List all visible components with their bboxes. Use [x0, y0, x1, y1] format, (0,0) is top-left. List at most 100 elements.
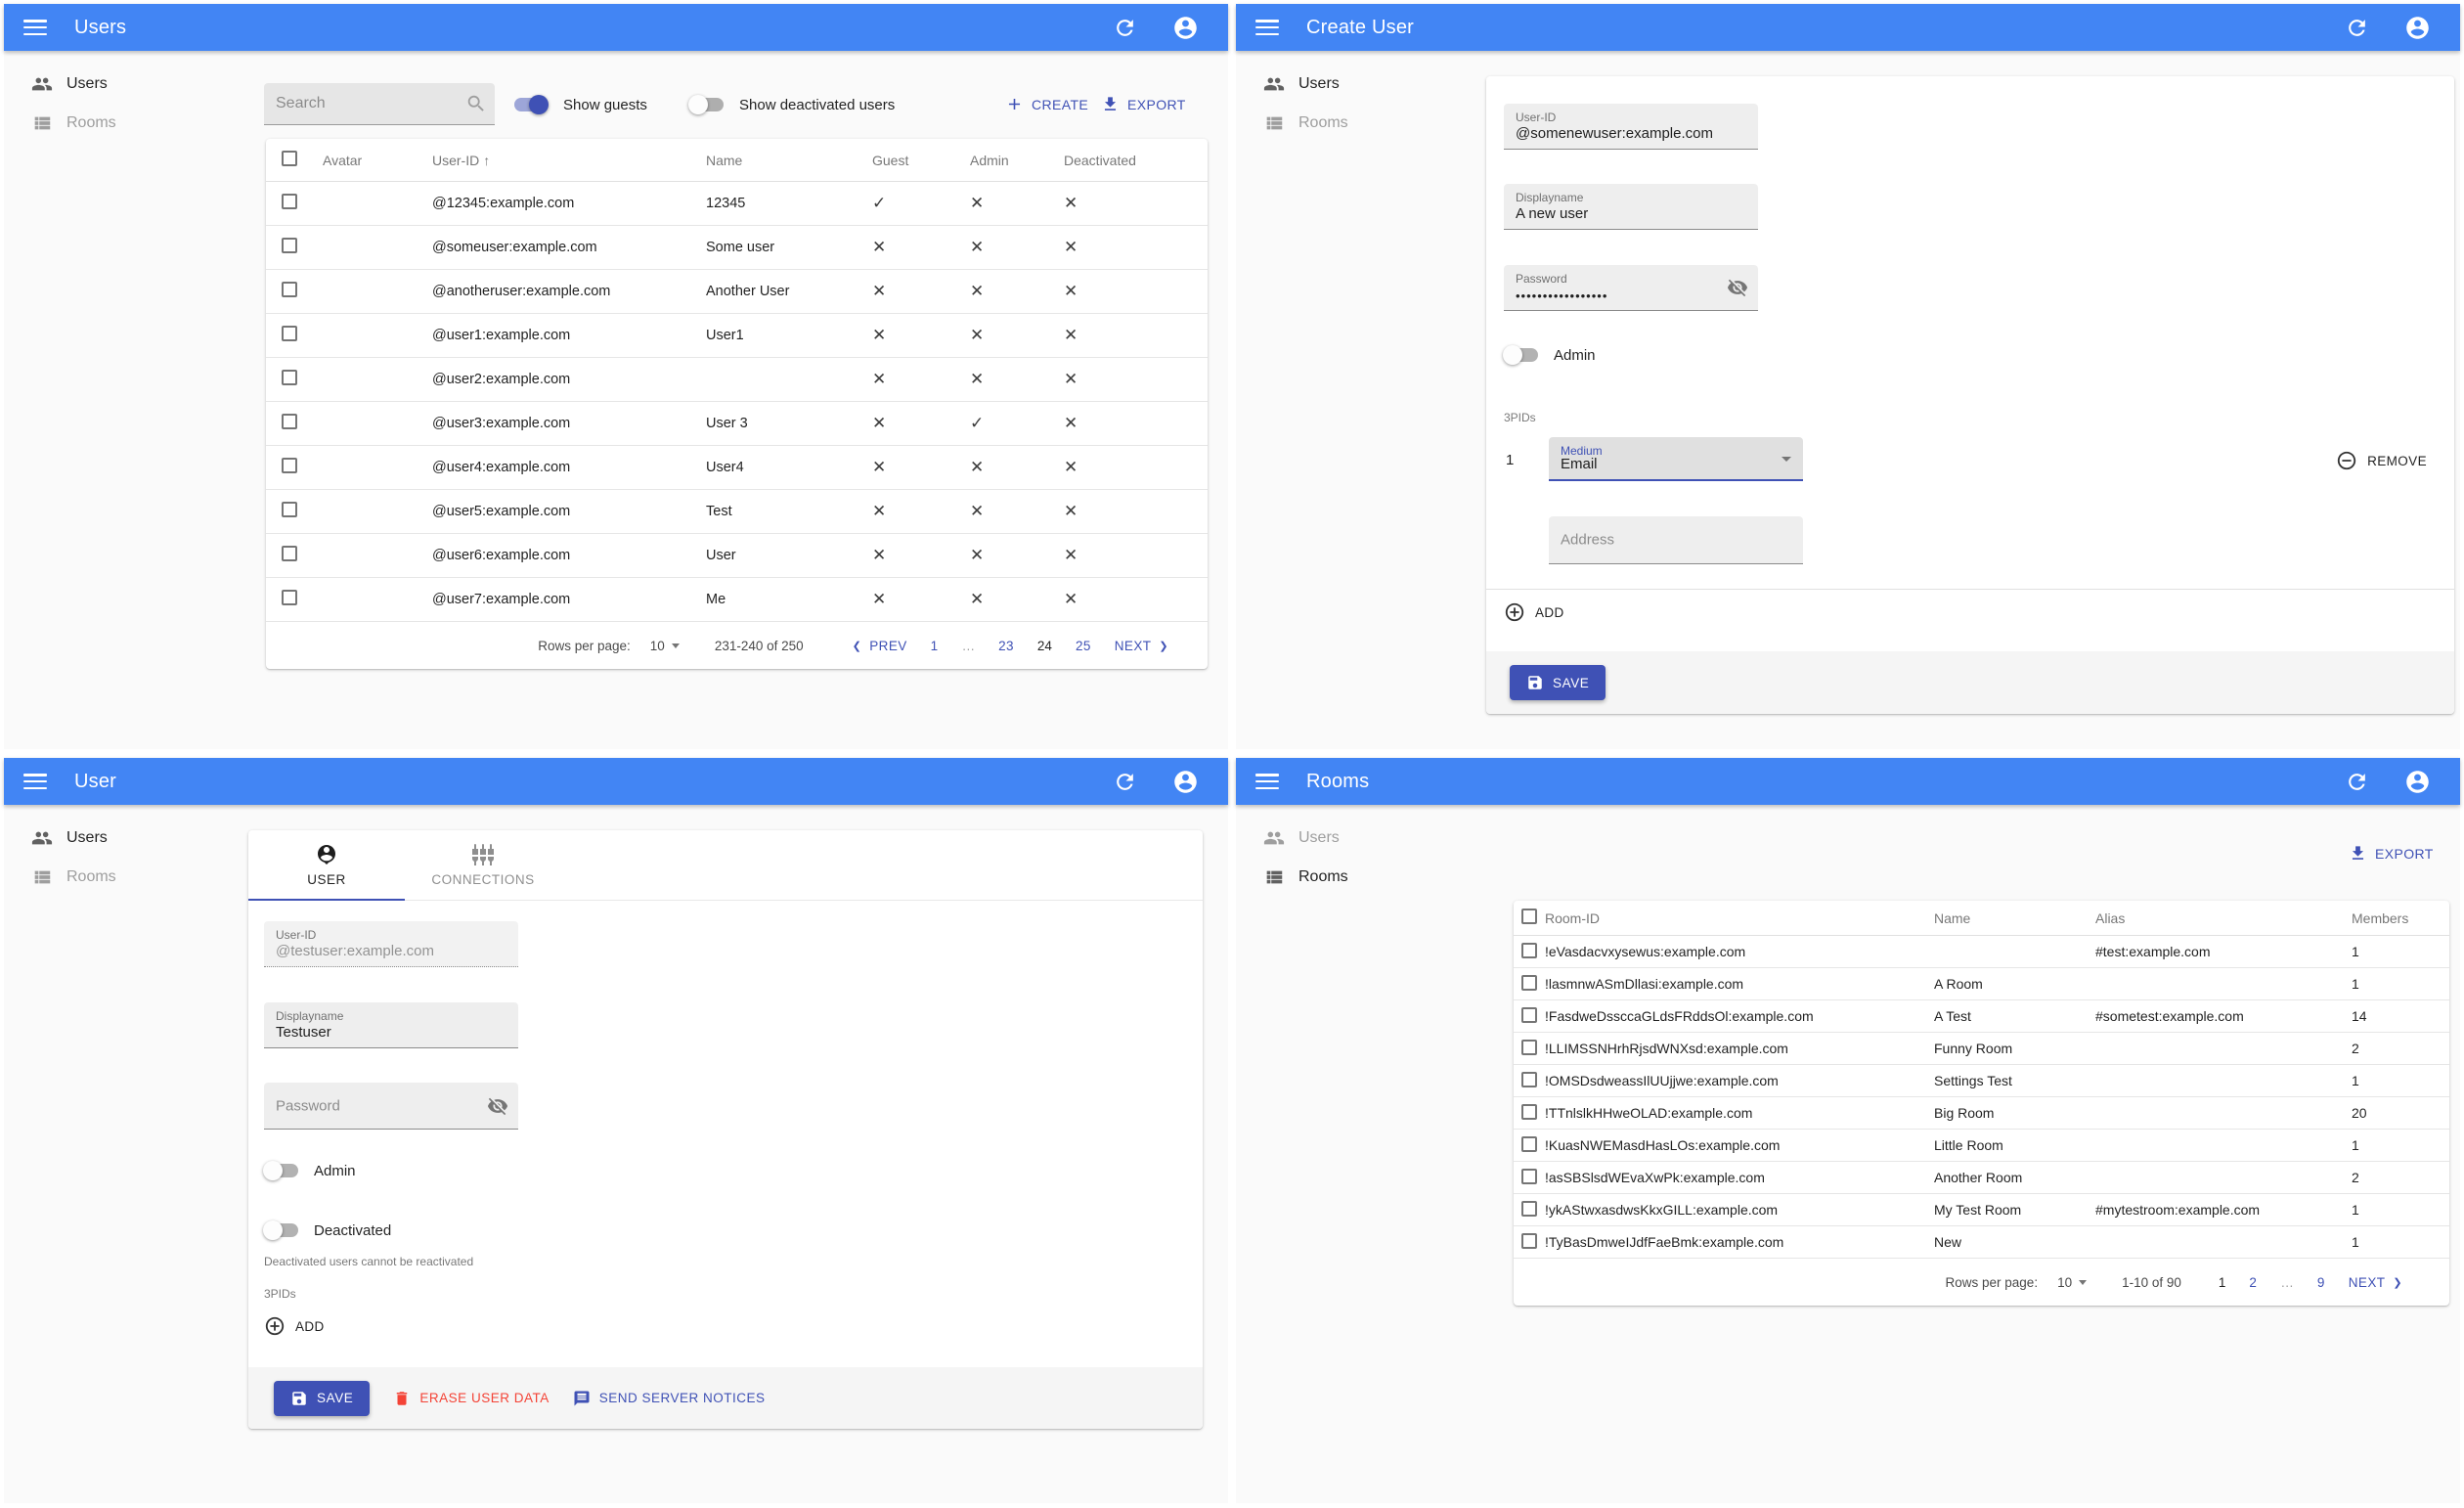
room-row[interactable]: !FasdweDssccaGLdsFRddsOl:example.com A Te…: [1514, 1000, 2449, 1033]
room-row[interactable]: !eVasdacvxysewus:example.com #test:exampl…: [1514, 936, 2449, 968]
column-header-name[interactable]: Name: [696, 153, 862, 168]
tab-connections[interactable]: CONNECTIONS: [405, 830, 561, 900]
user-row[interactable]: @user6:example.com User ✕ ✕ ✕: [266, 534, 1208, 578]
row-checkbox[interactable]: [282, 502, 297, 517]
page-link[interactable]: 25: [1076, 639, 1091, 653]
user-id-field[interactable]: User-ID @somenewuser:example.com: [1504, 104, 1758, 150]
next-page-button[interactable]: NEXT ❯: [2349, 1275, 2414, 1290]
row-checkbox[interactable]: [282, 326, 297, 341]
refresh-icon[interactable]: [2345, 770, 2369, 794]
toggle-on-switch[interactable]: [513, 95, 549, 114]
sidebar-item-users[interactable]: Users: [1236, 65, 1480, 104]
remove-threepid-button[interactable]: REMOVE: [2336, 450, 2427, 471]
export-button[interactable]: EXPORT: [2349, 844, 2434, 863]
menu-icon[interactable]: [23, 20, 47, 35]
column-header-user-id[interactable]: User-ID ↑: [422, 153, 696, 168]
account-circle-icon[interactable]: [1172, 15, 1199, 41]
room-row[interactable]: !OMSDsdweassIlUUjjwe:example.com Settings…: [1514, 1065, 2449, 1097]
user-row[interactable]: @12345:example.com 12345 ✓ ✕ ✕: [266, 182, 1208, 226]
address-field[interactable]: Address: [1549, 516, 1803, 564]
visibility-off-icon[interactable]: [1727, 277, 1748, 298]
column-header-name[interactable]: Name: [1934, 910, 2095, 926]
room-row[interactable]: !LLIMSSNHrhRjsdWNXsd:example.com Funny Ro…: [1514, 1033, 2449, 1065]
visibility-off-icon[interactable]: [487, 1095, 508, 1117]
toggle-off-switch[interactable]: [263, 1220, 299, 1240]
medium-select[interactable]: Medium Email: [1549, 437, 1803, 481]
sidebar-item-rooms[interactable]: Rooms: [4, 104, 248, 143]
prev-page-button[interactable]: ❮ PREV: [841, 639, 907, 653]
toggle-off-switch[interactable]: [1503, 345, 1539, 365]
save-button[interactable]: SAVE: [274, 1380, 371, 1416]
account-circle-icon[interactable]: [2404, 769, 2431, 795]
row-checkbox[interactable]: [282, 282, 297, 297]
row-checkbox[interactable]: [1521, 1232, 1537, 1249]
row-checkbox[interactable]: [282, 458, 297, 473]
toggle-off-switch[interactable]: [263, 1161, 299, 1180]
select-all-checkbox[interactable]: [1521, 909, 1537, 924]
sidebar-item-users[interactable]: Users: [4, 65, 248, 104]
row-checkbox[interactable]: [282, 194, 297, 209]
room-row[interactable]: !TTnlslkHHweOLAD:example.com Big Room 20: [1514, 1097, 2449, 1130]
page-link[interactable]: 1: [931, 639, 939, 653]
row-checkbox[interactable]: [282, 370, 297, 385]
deactivated-toggle[interactable]: Deactivated: [263, 1220, 391, 1240]
sidebar-item-rooms[interactable]: Rooms: [1236, 104, 1480, 143]
row-checkbox[interactable]: [1521, 1168, 1537, 1184]
refresh-icon[interactable]: [2345, 16, 2369, 40]
create-button[interactable]: CREATE: [1005, 95, 1088, 113]
room-row[interactable]: !asSBSlsdWEvaXwPk:example.com Another Roo…: [1514, 1162, 2449, 1194]
row-checkbox[interactable]: [282, 546, 297, 561]
row-checkbox[interactable]: [282, 414, 297, 429]
row-checkbox[interactable]: [282, 590, 297, 605]
page-link[interactable]: 23: [998, 639, 1014, 653]
show-deactivated-toggle[interactable]: Show deactivated users: [688, 95, 895, 114]
admin-toggle[interactable]: Admin: [1503, 345, 1596, 365]
refresh-icon[interactable]: [1113, 16, 1137, 40]
show-guests-toggle[interactable]: Show guests: [513, 95, 647, 114]
add-threepid-button[interactable]: ADD: [1504, 601, 1564, 623]
column-header-room-id[interactable]: Room-ID: [1545, 910, 1934, 926]
sidebar-item-rooms[interactable]: Rooms: [4, 858, 248, 897]
room-row[interactable]: !KuasNWEMasdHasLOs:example.com Little Roo…: [1514, 1130, 2449, 1162]
displayname-field[interactable]: Displayname Testuser: [264, 1002, 518, 1048]
row-checkbox[interactable]: [1521, 1200, 1537, 1217]
user-row[interactable]: @user3:example.com User 3 ✕ ✓ ✕: [266, 402, 1208, 446]
save-button[interactable]: SAVE: [1510, 665, 1606, 700]
user-row[interactable]: @user4:example.com User4 ✕ ✕ ✕: [266, 446, 1208, 490]
sidebar-item-users[interactable]: Users: [4, 819, 248, 858]
refresh-icon[interactable]: [1113, 770, 1137, 794]
rows-per-page-select[interactable]: 10: [2057, 1275, 2088, 1290]
rows-per-page-select[interactable]: 10: [650, 639, 680, 653]
row-checkbox[interactable]: [282, 238, 297, 253]
room-row[interactable]: !TyBasDmweIJdfFaeBmk:example.com New 1: [1514, 1226, 2449, 1259]
account-circle-icon[interactable]: [2404, 15, 2431, 41]
user-row[interactable]: @anotheruser:example.com Another User ✕ ✕ ✕: [266, 270, 1208, 314]
account-circle-icon[interactable]: [1172, 769, 1199, 795]
user-row[interactable]: @user1:example.com User1 ✕ ✕ ✕: [266, 314, 1208, 358]
column-header-admin[interactable]: Admin: [960, 153, 1054, 168]
column-header-avatar[interactable]: Avatar: [313, 153, 422, 168]
tab-user[interactable]: USER: [248, 830, 405, 901]
column-header-members[interactable]: Members: [2352, 910, 2449, 926]
room-row[interactable]: !lasmnwASmDllasi:example.com A Room 1: [1514, 968, 2449, 1000]
sidebar-item-rooms[interactable]: Rooms: [1236, 858, 1480, 897]
menu-icon[interactable]: [23, 774, 47, 789]
password-field[interactable]: Password •••••••••••••••••: [1504, 265, 1758, 311]
user-row[interactable]: @someuser:example.com Some user ✕ ✕ ✕: [266, 226, 1208, 270]
export-button[interactable]: EXPORT: [1101, 95, 1186, 113]
row-checkbox[interactable]: [1521, 1103, 1537, 1120]
send-server-notices-button[interactable]: SEND SERVER NOTICES: [573, 1390, 766, 1407]
page-link[interactable]: 9: [2317, 1275, 2325, 1290]
row-checkbox[interactable]: [1521, 942, 1537, 958]
password-field[interactable]: Password: [264, 1083, 518, 1130]
user-row[interactable]: @user7:example.com Me ✕ ✕ ✕: [266, 578, 1208, 622]
add-threepid-button[interactable]: ADD: [264, 1315, 325, 1337]
row-checkbox[interactable]: [1521, 1071, 1537, 1087]
displayname-field[interactable]: Displayname A new user: [1504, 184, 1758, 230]
select-all-checkbox[interactable]: [282, 151, 297, 166]
page-link[interactable]: 2: [2249, 1275, 2257, 1290]
menu-icon[interactable]: [1255, 20, 1279, 35]
column-header-deactivated[interactable]: Deactivated: [1054, 153, 1208, 168]
sidebar-item-users[interactable]: Users: [1236, 819, 1480, 858]
row-checkbox[interactable]: [1521, 1135, 1537, 1152]
